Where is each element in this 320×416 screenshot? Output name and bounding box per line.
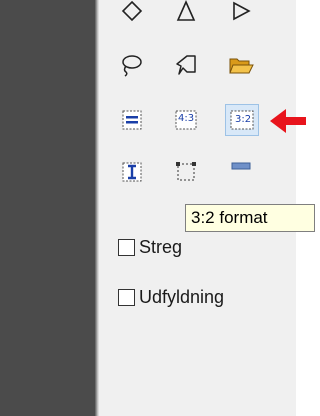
udfyldning-label: Udfyldning [139, 287, 225, 307]
equals-format-icon[interactable] [117, 105, 147, 135]
streg-label: Streg [139, 237, 183, 257]
red-arrow-icon [270, 109, 306, 133]
format-3-2-label: 3:2 [235, 114, 252, 125]
play-shape-icon[interactable] [226, 0, 256, 26]
udfyldning-checkbox-row[interactable]: Udfyldning [118, 287, 224, 308]
fill-swatch-icon[interactable] [226, 157, 256, 187]
streg-checkbox[interactable] [118, 239, 135, 256]
background-strip [0, 0, 98, 416]
text-cursor-icon[interactable] [117, 157, 147, 187]
open-folder-icon[interactable] [226, 50, 256, 80]
format-3-2-button[interactable]: 3:2 [225, 104, 259, 136]
selection-box-icon[interactable] [171, 157, 201, 187]
lasso-icon[interactable] [116, 50, 146, 80]
tooltip: 3:2 format [185, 204, 315, 232]
udfyldning-checkbox[interactable] [118, 289, 135, 306]
streg-checkbox-row[interactable]: Streg [118, 237, 182, 258]
pin-shape-icon[interactable] [171, 50, 201, 80]
triangle-shape-icon[interactable] [171, 0, 201, 26]
diamond-shape-icon[interactable] [117, 0, 147, 26]
format-4-3-label: 4:3 [178, 113, 195, 124]
format-4-3-icon[interactable]: 4:3 [171, 105, 201, 135]
